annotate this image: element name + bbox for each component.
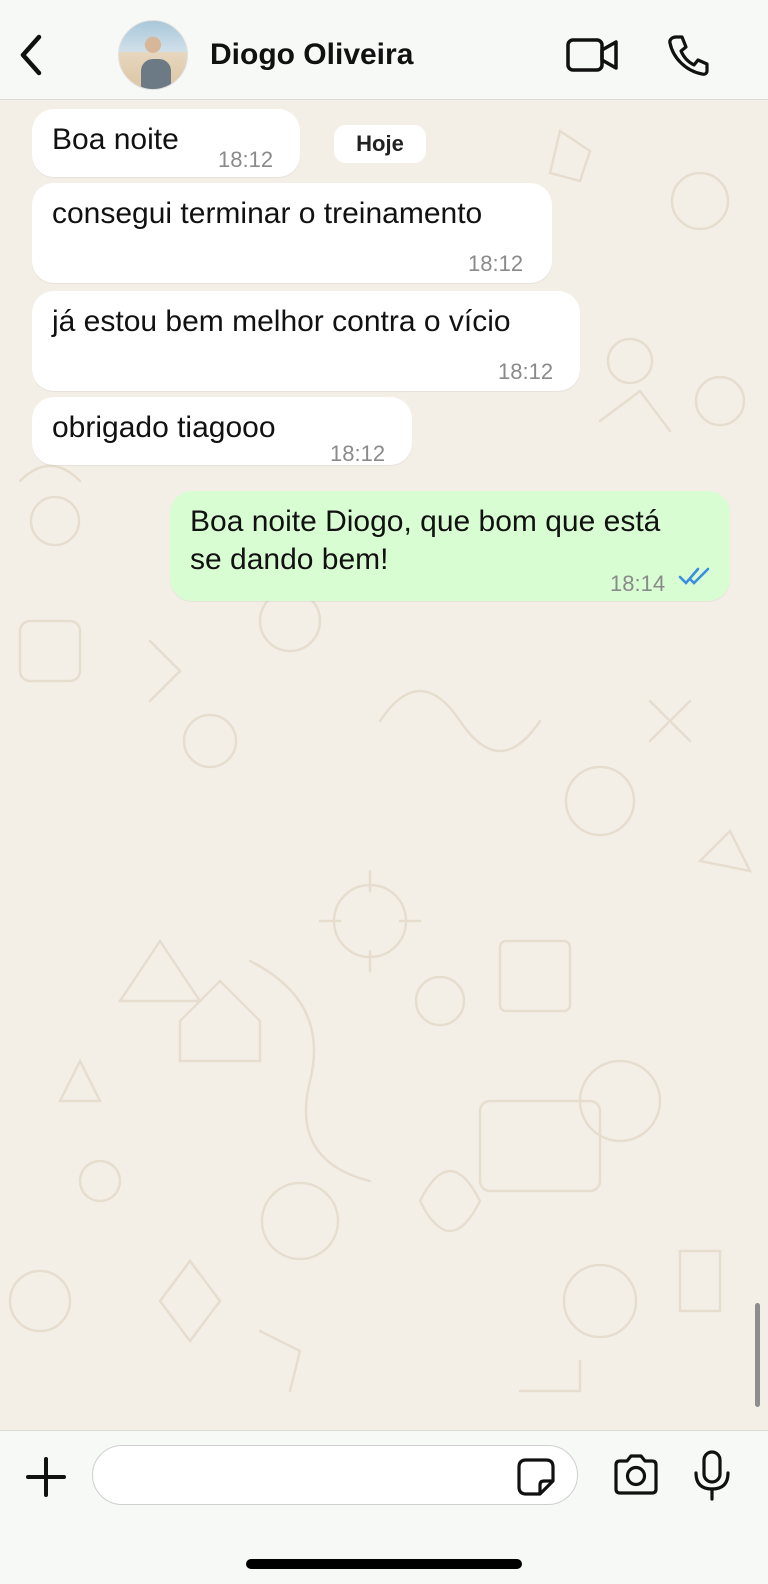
message-text: consegui terminar o treinamento bbox=[52, 197, 483, 230]
contact-name[interactable]: Diogo Oliveira bbox=[210, 38, 413, 72]
message-time: 18:12 bbox=[468, 251, 524, 276]
message-composer bbox=[0, 1430, 768, 1584]
chat-header: Diogo Oliveira bbox=[0, 0, 768, 100]
message-time: 18:12 bbox=[218, 147, 274, 172]
chevron-left-icon bbox=[20, 34, 42, 76]
message-bubble-incoming[interactable]: Boa noite 18:12 bbox=[32, 109, 300, 177]
message-input[interactable] bbox=[92, 1445, 578, 1505]
message-bubble-incoming[interactable]: consegui terminar o treinamento 18:12 bbox=[32, 183, 552, 283]
message-text: Boa noite bbox=[52, 123, 179, 156]
video-camera-icon bbox=[566, 38, 618, 72]
phone-icon bbox=[668, 35, 709, 76]
message-bubble-incoming[interactable]: já estou bem melhor contra o vício 18:12 bbox=[32, 291, 580, 391]
chat-area[interactable]: Boa noite 18:12 Hoje consegui terminar o… bbox=[0, 101, 768, 1430]
camera-button[interactable] bbox=[612, 1453, 660, 1501]
sticker-button[interactable] bbox=[516, 1457, 556, 1497]
message-bubble-incoming[interactable]: obrigado tiagooo 18:12 bbox=[32, 397, 412, 466]
scrollbar[interactable] bbox=[755, 1303, 760, 1407]
avatar[interactable] bbox=[118, 20, 188, 90]
message-text-line-1: Boa noite Diogo, que bom que está bbox=[190, 505, 661, 538]
voice-message-button[interactable] bbox=[690, 1449, 734, 1503]
message-time: 18:12 bbox=[330, 441, 386, 466]
camera-icon bbox=[614, 1454, 658, 1495]
sticker-icon bbox=[517, 1458, 555, 1496]
microphone-icon bbox=[694, 1450, 730, 1501]
video-call-button[interactable] bbox=[564, 30, 620, 80]
message-bubble-outgoing[interactable]: Boa noite Diogo, que bom que está se dan… bbox=[170, 491, 730, 601]
message-time: 18:14 bbox=[610, 571, 666, 596]
date-separator: Hoje bbox=[334, 125, 426, 163]
home-indicator[interactable] bbox=[246, 1559, 522, 1569]
message-text: obrigado tiagooo bbox=[52, 411, 276, 444]
plus-icon bbox=[26, 1457, 66, 1497]
voice-call-button[interactable] bbox=[660, 30, 716, 80]
message-text: já estou bem melhor contra o vício bbox=[52, 305, 511, 338]
attach-button[interactable] bbox=[22, 1453, 70, 1501]
read-receipt-icon bbox=[678, 567, 710, 585]
back-button[interactable] bbox=[10, 30, 50, 80]
message-time: 18:12 bbox=[498, 359, 554, 384]
